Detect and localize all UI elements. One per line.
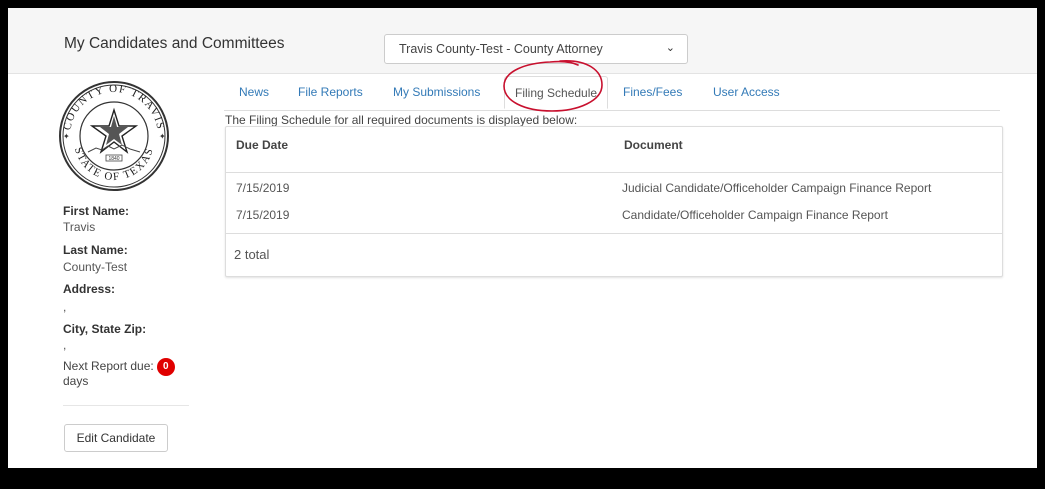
page-title: My Candidates and Committees (64, 35, 285, 52)
svg-text:1840: 1840 (108, 156, 119, 162)
column-header-due-date: Due Date (236, 138, 289, 152)
column-header-document: Document (624, 138, 683, 152)
first-name-label: First Name: (63, 204, 130, 218)
app-window: My Candidates and Committees Travis Coun… (8, 8, 1037, 468)
tab-file-reports[interactable]: File Reports (298, 85, 363, 99)
schedule-description: The Filing Schedule for all required doc… (225, 113, 578, 127)
address-value: , (63, 300, 67, 314)
last-name-label: Last Name: (63, 243, 128, 257)
table-total-count: 2 total (234, 247, 270, 262)
table-row-2-due-date: 7/15/2019 (236, 208, 290, 222)
tab-news[interactable]: News (239, 85, 269, 99)
edit-candidate-button[interactable]: Edit Candidate (64, 424, 168, 452)
candidate-select-value: Travis County-Test - County Attorney (399, 42, 603, 56)
county-seal-logo: COUNTY OF TRAVIS STATE OF TEXAS ✦ ✦ 1840 (48, 80, 180, 192)
table-header-divider (226, 172, 1002, 173)
table-footer-divider (226, 233, 1002, 234)
first-name-value: Travis (63, 220, 96, 234)
city-state-zip-value: , (63, 338, 67, 352)
next-report-label: Next Report due: (63, 359, 154, 374)
days-label: days (63, 374, 89, 388)
candidate-select[interactable]: Travis County-Test - County Attorney ⌄ (384, 34, 688, 64)
sidebar-divider (63, 405, 189, 406)
address-label: Address: (63, 282, 116, 296)
tab-user-access[interactable]: User Access (713, 85, 780, 99)
last-name-value: County-Test (63, 260, 128, 274)
next-report-days-badge: 0 (156, 358, 175, 376)
tab-my-submissions[interactable]: My Submissions (393, 85, 480, 99)
header-bar: My Candidates and Committees Travis Coun… (8, 8, 1037, 74)
city-state-zip-label: City, State Zip: (63, 322, 147, 336)
svg-text:✦: ✦ (159, 132, 166, 141)
table-row-2-document: Candidate/Officeholder Campaign Finance … (622, 208, 888, 222)
tab-filing-schedule[interactable]: Filing Schedule (504, 76, 609, 109)
candidate-sidebar: COUNTY OF TRAVIS STATE OF TEXAS ✦ ✦ 1840… (8, 74, 208, 468)
filing-schedule-table: Due Date Document 7/15/2019 Judicial Can… (225, 126, 1003, 277)
svg-text:✦: ✦ (63, 132, 70, 141)
nav-tabs: News File Reports My Submissions Filing … (224, 74, 1000, 111)
table-row-1-due-date: 7/15/2019 (236, 181, 290, 195)
table-row-1-document: Judicial Candidate/Officeholder Campaign… (622, 181, 932, 195)
chevron-down-icon: ⌄ (665, 42, 675, 54)
tab-fines-fees[interactable]: Fines/Fees (623, 85, 682, 99)
